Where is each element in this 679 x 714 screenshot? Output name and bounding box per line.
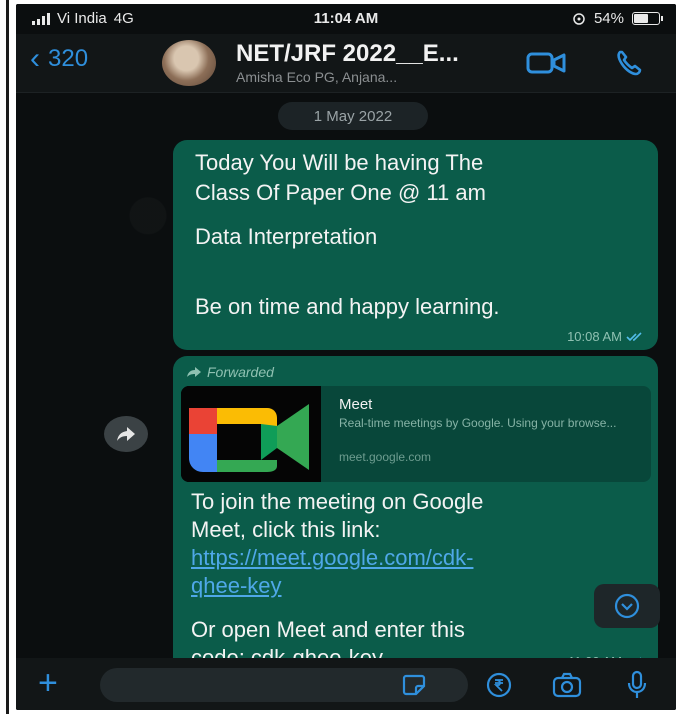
share-button[interactable]	[104, 416, 148, 452]
message-text-line: Meet, click this link:	[191, 517, 381, 542]
message-text-line: Class Of Paper One @ 11 am	[195, 180, 486, 205]
forwarded-label: Forwarded	[187, 364, 274, 380]
meeting-link[interactable]: https://meet.google.com/cdk-	[191, 544, 473, 572]
message-meta: 10:08 AM	[567, 329, 644, 344]
chat-subtitle: Amisha Eco PG, Anjana...	[236, 69, 398, 85]
screenshot-frame: Vi India 4G 11:04 AM 54% ‹ 320 NET/JRF 2…	[0, 0, 679, 714]
wifi-icon	[573, 12, 585, 25]
chat-title: NET/JRF 2022__E...	[236, 40, 459, 67]
meet-logo	[181, 386, 321, 482]
sticker-icon[interactable]	[402, 674, 426, 696]
unread-count: 320	[48, 45, 89, 72]
double-check-icon	[626, 331, 642, 341]
phone-screen: Vi India 4G 11:04 AM 54% ‹ 320 NET/JRF 2…	[16, 4, 676, 710]
page-border	[6, 0, 9, 714]
date-separator: 1 May 2022	[278, 102, 428, 130]
message-time: 10:08 AM	[567, 329, 622, 344]
link-preview[interactable]: Meet Real-time meetings by Google. Using…	[181, 386, 651, 482]
chevron-left-icon: ‹	[30, 42, 40, 75]
plus-icon[interactable]: +	[38, 666, 58, 700]
preview-host: meet.google.com	[339, 450, 432, 464]
meeting-link-continued[interactable]: qhee-key	[191, 572, 282, 600]
rupee-icon[interactable]	[486, 672, 512, 698]
message-text-line: To join the meeting on Google	[191, 489, 484, 514]
phone-icon[interactable]	[614, 48, 644, 78]
back-button[interactable]: ‹ 320	[30, 44, 88, 74]
forward-arrow-icon	[187, 367, 201, 377]
chat-info[interactable]: NET/JRF 2022__E... Amisha Eco PG, Anjana…	[236, 40, 516, 85]
group-avatar[interactable]	[162, 40, 216, 86]
message-text-line: Today You Will be having The	[195, 150, 484, 175]
chevron-down-icon	[614, 593, 640, 619]
message-text-line: Be on time and happy learning.	[195, 294, 500, 319]
battery-percent: 54%	[593, 10, 624, 27]
compose-bar: +	[16, 658, 676, 710]
preview-description: Real-time meetings by Google. Using your…	[339, 416, 617, 430]
message-bubble[interactable]: Today You Will be having The Class Of Pa…	[173, 140, 658, 350]
share-icon	[117, 427, 135, 441]
microphone-icon[interactable]	[626, 670, 648, 700]
scroll-to-bottom-button[interactable]	[594, 584, 660, 628]
battery-icon	[632, 12, 663, 25]
chat-header: ‹ 320 NET/JRF 2022__E... Amisha Eco PG, …	[16, 34, 676, 93]
preview-title: Meet	[339, 396, 373, 413]
message-text-line: Or open Meet and enter this	[191, 617, 465, 642]
status-bar: Vi India 4G 11:04 AM 54%	[16, 4, 676, 34]
message-text-line: Data Interpretation	[195, 224, 378, 249]
camera-icon[interactable]	[552, 672, 582, 698]
forwarded-text: Forwarded	[207, 364, 274, 380]
message-bubble[interactable]: Forwarded Meet Real-time meetings by Goo…	[173, 356, 658, 710]
video-call-icon[interactable]	[526, 52, 566, 74]
